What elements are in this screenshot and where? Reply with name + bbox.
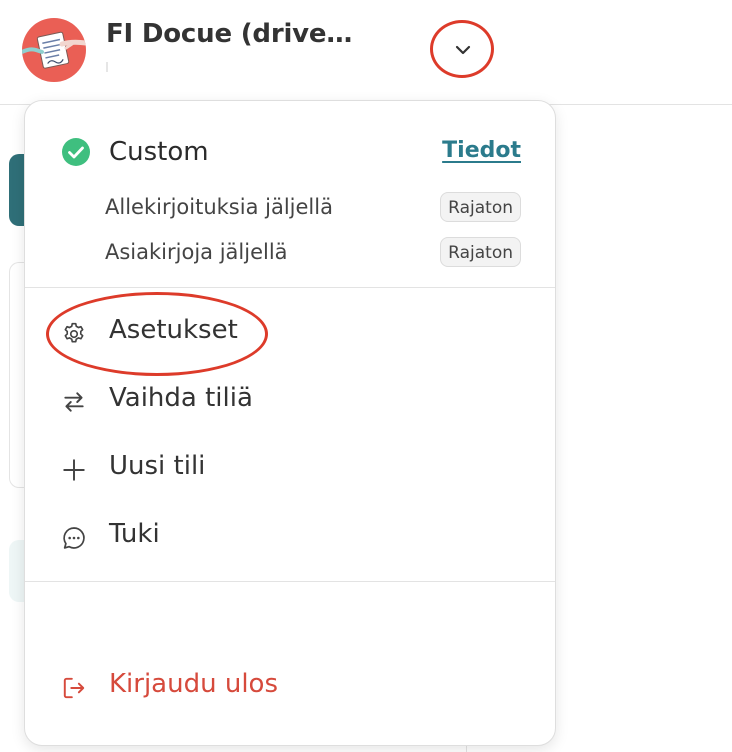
plan-name: Custom (109, 137, 209, 167)
plan-row: Custom Tiedot (61, 137, 521, 167)
menu-divider (25, 581, 555, 582)
quota-label: Allekirjoituksia jäljellä (105, 195, 333, 219)
plus-icon (63, 459, 85, 481)
quota-badge: Rajaton (440, 237, 521, 267)
account-header: FI Docue (drive… (0, 0, 732, 105)
account-dropdown-button[interactable] (434, 24, 492, 76)
menu-item-label: Asetukset (109, 315, 238, 345)
menu-divider (25, 287, 555, 288)
quota-row-documents: Asiakirjoja jäljellä Rajaton (105, 237, 521, 269)
menu-item-new-account[interactable]: Uusi tili (61, 449, 521, 489)
account-name: FI Docue (drive… (106, 19, 353, 49)
menu-item-label: Kirjaudu ulos (109, 669, 278, 699)
avatar-document-hand-icon (22, 31, 86, 69)
menu-item-support[interactable]: Tuki (61, 517, 521, 557)
menu-item-settings[interactable]: Asetukset (61, 313, 521, 353)
quota-badge: Rajaton (440, 192, 521, 222)
gear-icon (64, 322, 84, 343)
quota-row-signatures: Allekirjoituksia jäljellä Rajaton (105, 192, 521, 224)
menu-item-logout[interactable]: Kirjaudu ulos (61, 667, 521, 707)
account-dropdown-menu: Custom Tiedot Allekirjoituksia jäljellä … (24, 100, 556, 746)
menu-item-label: Tuki (109, 519, 160, 549)
quota-label: Asiakirjoja jäljellä (105, 240, 288, 264)
account-subtitle-placeholder (106, 62, 108, 72)
check-circle-icon (62, 138, 90, 166)
swap-arrows-icon (64, 392, 84, 412)
chevron-down-icon (455, 45, 471, 55)
menu-item-switch-account[interactable]: Vaihda tiliä (61, 381, 521, 421)
menu-item-label: Vaihda tiliä (109, 383, 253, 413)
chat-bubble-icon (63, 527, 85, 549)
menu-item-label: Uusi tili (109, 451, 206, 481)
plan-details-link[interactable]: Tiedot (442, 138, 521, 163)
account-avatar[interactable] (22, 18, 86, 82)
logout-icon (63, 677, 85, 699)
